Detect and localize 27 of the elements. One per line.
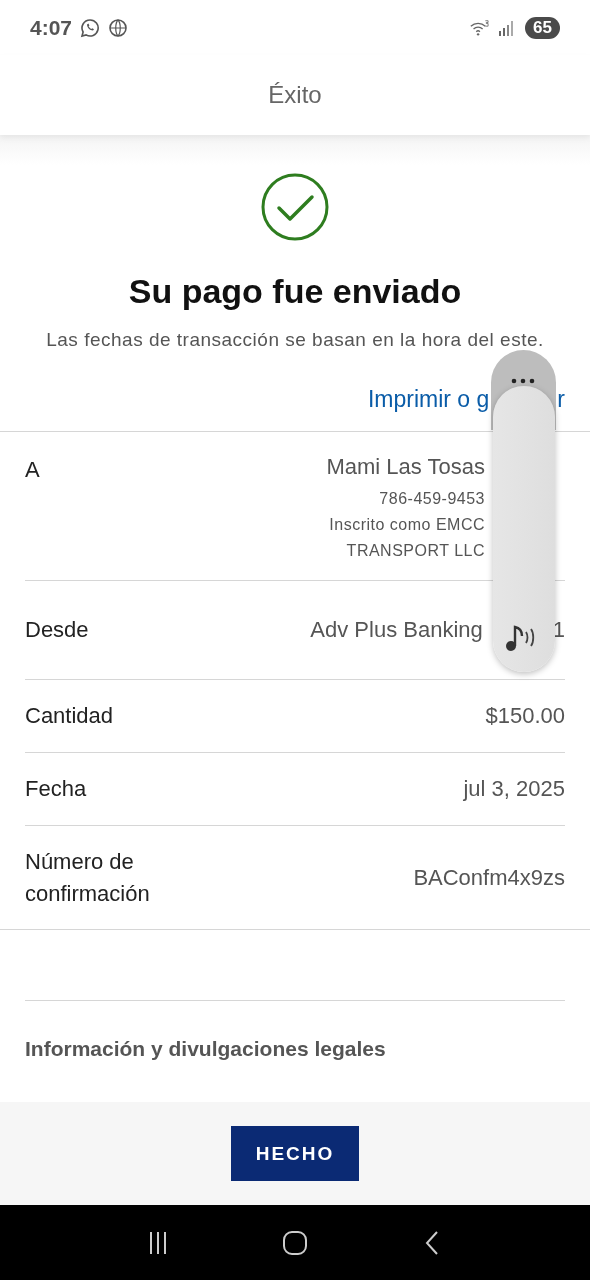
detail-label: Número de confirmación [25,847,151,908]
print-link[interactable]: Imprimir o g [367,386,490,413]
page-title: Éxito [268,81,322,109]
home-icon[interactable] [282,1229,308,1256]
detail-label: Fecha [25,775,88,803]
detail-value: $150.00 [485,703,565,729]
payee-name: Mami Las Tosas [326,454,485,480]
wifi-icon [469,18,490,37]
confirmation-title: Su pago fue enviado [128,272,462,311]
battery-level: 65 [525,16,560,39]
checkmark-icon [260,172,330,242]
detail-value: BAConfm4x9zs [413,864,565,891]
chat-icon [80,17,101,38]
detail-label: Desde [25,616,90,644]
globe-icon [108,17,129,38]
clock-time: 4:07 [30,15,73,40]
timezone-note: Las fechas de transacción se basan en la hora del este. [45,328,545,352]
legal-heading: Información y divulgaciones legales [25,1037,386,1060]
more-icon[interactable] [510,378,536,384]
detail-value: 1 [552,617,565,643]
detail-label: A [25,456,41,484]
print-link[interactable]: r [557,386,565,413]
detail-value: jul 3, 2025 [463,776,565,802]
detail-label: Cantidad [25,702,115,730]
payee-details: 786-459-9453 Inscrito como EMCC TRANSPORT LLC [329,489,485,561]
done-button[interactable]: HECHO [231,1126,359,1181]
detail-value: Adv Plus Banking [310,617,483,643]
